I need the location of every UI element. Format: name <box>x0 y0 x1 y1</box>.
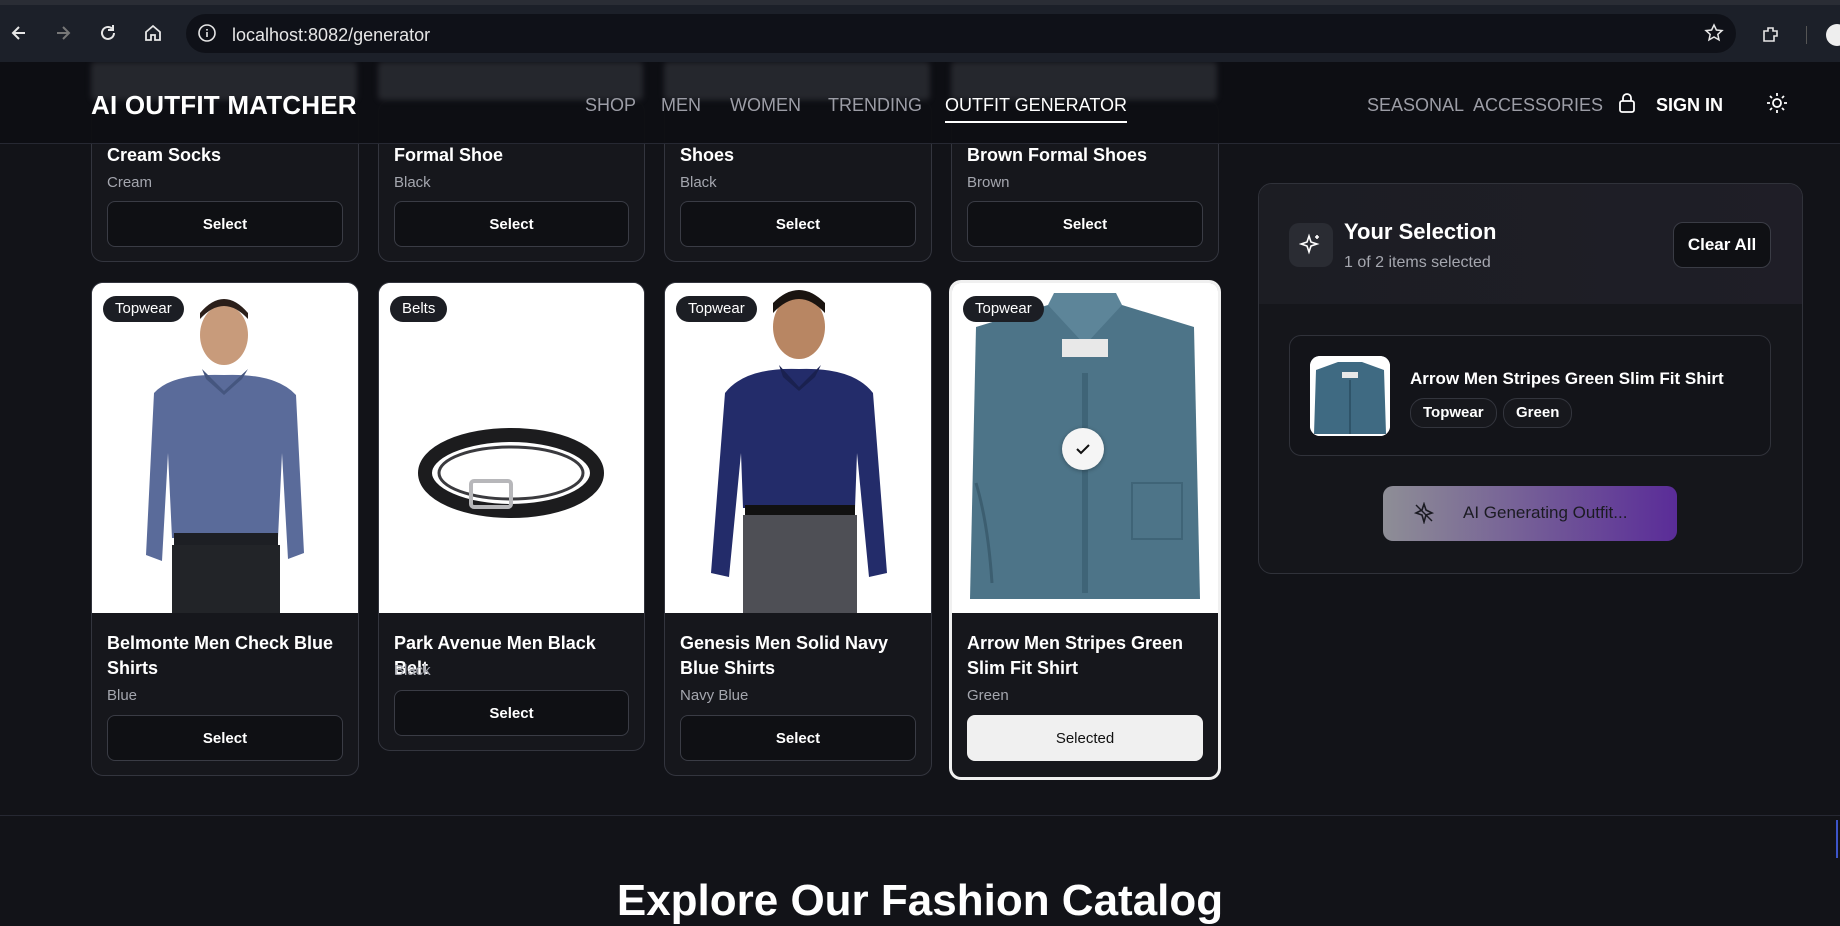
url-text[interactable]: localhost:8082/generator <box>232 25 430 46</box>
product-image-blue-check-shirt[interactable] <box>92 283 358 613</box>
nav-outfit-generator[interactable]: OUTFIT GENERATOR <box>945 95 1128 123</box>
selected-button[interactable]: Selected <box>967 715 1203 761</box>
nav-accessories[interactable]: ACCESSORIES <box>1473 95 1603 116</box>
category-badge: Topwear <box>103 296 184 322</box>
product-name: Genesis Men Solid Navy Blue Shirts <box>680 633 889 678</box>
product-color: Black <box>394 662 431 679</box>
product-card[interactable]: Topwear Genesis Men Solid Navy Blue Shir… <box>664 282 932 776</box>
select-button[interactable]: Select <box>967 201 1203 247</box>
product-name: Belmonte Men Check Blue Shirts <box>107 633 334 678</box>
address-bar[interactable]: localhost:8082/generator <box>186 14 1736 53</box>
nav-men[interactable]: MEN <box>661 95 701 116</box>
category-badge: Topwear <box>963 296 1044 322</box>
product-image-black-belt[interactable] <box>379 283 644 613</box>
product-color: Black <box>394 174 431 191</box>
sparkles-icon <box>1289 223 1333 267</box>
catalog-heading: Explore Our Fashion Catalog <box>616 876 1224 925</box>
browser-toolbar: localhost:8082/generator <box>0 5 1840 62</box>
selection-title: Your Selection <box>1344 219 1497 244</box>
select-button[interactable]: Select <box>680 201 916 247</box>
selection-panel: Your Selection 1 of 2 items selected Cle… <box>1258 183 1803 574</box>
loading-sparkle-icon <box>1413 501 1435 529</box>
home-icon[interactable] <box>140 20 166 46</box>
selected-item-thumbnail <box>1310 356 1390 436</box>
product-name: Shoes <box>680 145 735 165</box>
star-icon[interactable] <box>1704 23 1724 48</box>
info-icon[interactable] <box>197 23 217 48</box>
product-color: Navy Blue <box>680 687 749 704</box>
lock-icon[interactable] <box>1617 92 1637 119</box>
product-card-selected[interactable]: Topwear Arrow Men Stripes Green Slim Fit… <box>949 280 1221 780</box>
site-header: AI OUTFIT MATCHER SHOP MEN WOMEN TRENDIN… <box>0 62 1840 144</box>
selection-count: 1 of 2 items selected <box>1344 254 1491 271</box>
selected-item-category: Topwear <box>1410 398 1497 428</box>
product-name: Brown Formal Shoes <box>967 145 1148 165</box>
select-button[interactable]: Select <box>680 715 916 761</box>
section-divider <box>0 815 1840 816</box>
extensions-icon[interactable] <box>1760 24 1782 51</box>
selected-item[interactable]: Arrow Men Stripes Green Slim Fit Shirt T… <box>1289 335 1771 456</box>
back-icon[interactable] <box>6 20 32 46</box>
product-color: Blue <box>107 687 138 704</box>
product-name: Cream Socks <box>107 145 222 165</box>
nav-trending[interactable]: TRENDING <box>828 95 922 116</box>
product-color: Green <box>967 687 1009 704</box>
toolbar-separator <box>1806 26 1807 44</box>
clear-all-button[interactable]: Clear All <box>1673 222 1771 268</box>
selected-item-color: Green <box>1503 398 1573 428</box>
product-color: Cream <box>107 174 153 191</box>
nav-seasonal[interactable]: SEASONAL <box>1367 95 1464 116</box>
select-button[interactable]: Select <box>107 201 343 247</box>
generate-outfit-label: AI Generating Outfit... <box>1463 503 1628 522</box>
selection-panel-header: Your Selection 1 of 2 items selected Cle… <box>1259 184 1802 304</box>
select-button[interactable]: Select <box>107 715 343 761</box>
generate-outfit-button[interactable]: AI Generating Outfit... <box>1383 486 1677 541</box>
nav-women[interactable]: WOMEN <box>730 95 801 116</box>
product-color: Brown <box>967 174 1010 191</box>
reload-icon[interactable] <box>95 20 121 46</box>
product-card[interactable]: Topwear Belmonte Men Check Blue Shirts B… <box>91 282 359 776</box>
nav-shop[interactable]: SHOP <box>585 95 636 116</box>
sign-in-link[interactable]: SIGN IN <box>1656 95 1723 116</box>
check-icon <box>1062 428 1104 470</box>
product-name: Formal Shoe <box>394 145 504 165</box>
product-name: Arrow Men Stripes Green Slim Fit Shirt <box>967 633 1184 678</box>
brand-logo[interactable]: AI OUTFIT MATCHER <box>91 90 357 121</box>
product-image-navy-shirt[interactable] <box>665 283 931 613</box>
scroll-indicator <box>1836 820 1838 858</box>
forward-icon[interactable] <box>50 20 76 46</box>
category-badge: Belts <box>390 296 448 322</box>
product-color: Black <box>680 174 717 191</box>
product-card[interactable]: Belts Park Avenue Men Black Belt Black S… <box>378 282 645 751</box>
sun-icon[interactable] <box>1766 92 1788 119</box>
selected-item-name: Arrow Men Stripes Green Slim Fit Shirt <box>1410 369 1724 388</box>
profile-icon[interactable] <box>1826 24 1840 46</box>
select-button[interactable]: Select <box>394 690 629 736</box>
select-button[interactable]: Select <box>394 201 629 247</box>
category-badge: Topwear <box>676 296 757 322</box>
